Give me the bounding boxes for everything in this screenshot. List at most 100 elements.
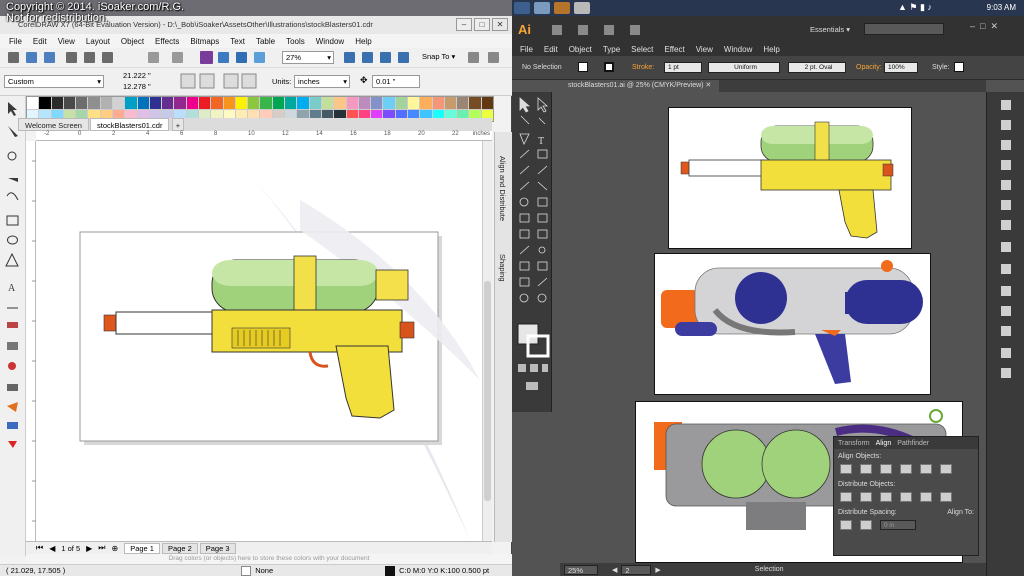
menu-item-window[interactable]: Window	[724, 45, 752, 54]
brush-definition[interactable]: 2 pt. Oval	[788, 62, 846, 73]
palette-swatch[interactable]	[174, 97, 186, 109]
align-middle-icon[interactable]	[920, 464, 932, 474]
page-height-field[interactable]: 12.278 "	[120, 81, 168, 94]
close-button[interactable]: ✕	[492, 18, 508, 31]
variable-width-profile[interactable]: Uniform	[708, 62, 780, 73]
start-icon[interactable]	[514, 2, 530, 14]
search-input[interactable]	[864, 23, 944, 35]
align-panel-tab-pathfinder[interactable]: Pathfinder	[897, 440, 929, 447]
opacity-field[interactable]: 100%	[884, 62, 918, 73]
tab-document[interactable]: stockBlasters01.cdr	[90, 118, 170, 131]
tray-icons[interactable]: ▲ ⚑ ▮ ♪	[898, 2, 932, 13]
first-page-button[interactable]: ⏮	[36, 543, 43, 553]
palette-swatch[interactable]	[51, 97, 63, 109]
menu-item-window[interactable]: Window	[316, 37, 344, 46]
palette-swatch[interactable]	[420, 97, 432, 109]
menu-item-object[interactable]: Object	[121, 37, 144, 46]
workspace-switcher[interactable]: Essentials ▾	[810, 25, 850, 34]
drawing-canvas[interactable]	[36, 141, 482, 541]
palette-swatch[interactable]	[113, 97, 125, 109]
align-center-icon[interactable]	[860, 464, 872, 474]
align-right-icon[interactable]	[880, 464, 892, 474]
palette-swatch[interactable]	[309, 97, 321, 109]
palette-swatch[interactable]	[334, 97, 346, 109]
orientation-icons[interactable]	[180, 72, 260, 90]
palette-swatch[interactable]	[444, 97, 457, 109]
tab-welcome-screen[interactable]: Welcome Screen	[18, 118, 89, 131]
distribute-right-icon[interactable]	[940, 492, 952, 502]
palette-swatch[interactable]	[481, 97, 493, 109]
add-page-button[interactable]: ⊕	[111, 544, 118, 553]
docker-tab-shaping[interactable]: Shaping	[498, 254, 507, 282]
minimize-button[interactable]: –	[456, 18, 472, 31]
maximize-button[interactable]: □	[474, 18, 490, 31]
palette-swatch[interactable]	[63, 97, 76, 109]
tab-document[interactable]: stockBlasters01.ai @ 25% (CMYK/Preview) …	[560, 80, 720, 92]
page-size-dropdown[interactable]: Custom ▾	[4, 75, 104, 88]
menu-item-edit[interactable]: Edit	[544, 45, 558, 54]
stroke-weight-field[interactable]: 1 pt	[664, 62, 702, 73]
align-panel-tab-align[interactable]: Align	[876, 440, 892, 447]
palette-swatch[interactable]	[432, 97, 444, 109]
menu-item-text[interactable]: Text	[230, 37, 245, 46]
distribute-left-icon[interactable]	[900, 492, 912, 502]
menu-item-table[interactable]: Table	[256, 37, 275, 46]
snap-to-button[interactable]: Snap To ▾	[422, 52, 455, 61]
palette-swatch[interactable]	[162, 97, 174, 109]
palette-swatch[interactable]	[125, 97, 137, 109]
stroke-swatch[interactable]	[604, 62, 614, 72]
palette-swatch[interactable]	[137, 97, 149, 109]
menu-item-select[interactable]: Select	[631, 45, 653, 54]
distribute-hcenter-icon[interactable]	[920, 492, 932, 502]
align-panel-tab-transform[interactable]: Transform	[838, 440, 870, 447]
palette-swatch[interactable]	[321, 97, 334, 109]
menu-item-object[interactable]: Object	[569, 45, 592, 54]
menu-item-view[interactable]: View	[58, 37, 75, 46]
palette-swatch[interactable]	[248, 97, 260, 109]
app-bar-icons[interactable]	[552, 24, 692, 36]
palette-swatch[interactable]	[346, 97, 358, 109]
vertical-scrollbar[interactable]	[482, 141, 492, 541]
palette-swatch[interactable]	[186, 97, 199, 109]
spacing-vertical-icon[interactable]	[840, 520, 852, 530]
palette-swatch[interactable]	[272, 97, 285, 109]
artboard-2[interactable]	[654, 253, 931, 395]
zoom-dropdown[interactable]: 25%	[564, 564, 598, 575]
opacity-label[interactable]: Opacity:	[856, 64, 882, 71]
palette-swatch[interactable]	[260, 97, 272, 109]
menu-item-help[interactable]: Help	[763, 45, 779, 54]
nudge-field[interactable]: 0.01 "	[372, 75, 420, 88]
style-swatch[interactable]	[954, 62, 964, 72]
scroll-thumb[interactable]	[484, 281, 491, 501]
palette-swatch[interactable]	[100, 97, 113, 109]
palette-swatch[interactable]	[285, 97, 297, 109]
align-left-icon[interactable]	[840, 464, 852, 474]
taskbar-app-icon[interactable]	[534, 2, 550, 14]
menu-item-view[interactable]: View	[696, 45, 713, 54]
palette-swatch[interactable]	[469, 97, 481, 109]
menu-item-bitmaps[interactable]: Bitmaps	[190, 37, 219, 46]
palette-swatch[interactable]	[199, 97, 211, 109]
spacing-field[interactable]: 0 in	[880, 520, 916, 530]
menu-item-help[interactable]: Help	[355, 37, 371, 46]
artboard-next[interactable]: ▶	[655, 566, 660, 574]
palette-swatch[interactable]	[297, 97, 309, 109]
distribute-top-icon[interactable]	[840, 492, 852, 502]
artboard-1[interactable]	[668, 107, 912, 249]
menu-item-edit[interactable]: Edit	[33, 37, 47, 46]
last-page-button[interactable]: ⏭	[98, 543, 105, 553]
palette-swatch[interactable]	[407, 97, 420, 109]
menu-item-file[interactable]: File	[520, 45, 533, 54]
palette-swatch[interactable]	[211, 97, 223, 109]
menu-item-type[interactable]: Type	[603, 45, 620, 54]
menu-item-effects[interactable]: Effects	[155, 37, 179, 46]
prev-page-button[interactable]: ◀	[49, 544, 55, 553]
zoom-dropdown[interactable]: 27% ▾	[282, 51, 334, 64]
docker-tab-align[interactable]: Align and Distribute	[498, 156, 507, 221]
artboard-field[interactable]: 2	[621, 564, 652, 575]
window-controls[interactable]: – □ ✕	[970, 21, 998, 32]
menu-item-effect[interactable]: Effect	[664, 45, 684, 54]
artboard-nav[interactable]: ◀	[612, 566, 617, 574]
palette-swatch[interactable]	[383, 97, 395, 109]
menu-item-file[interactable]: File	[9, 37, 22, 46]
